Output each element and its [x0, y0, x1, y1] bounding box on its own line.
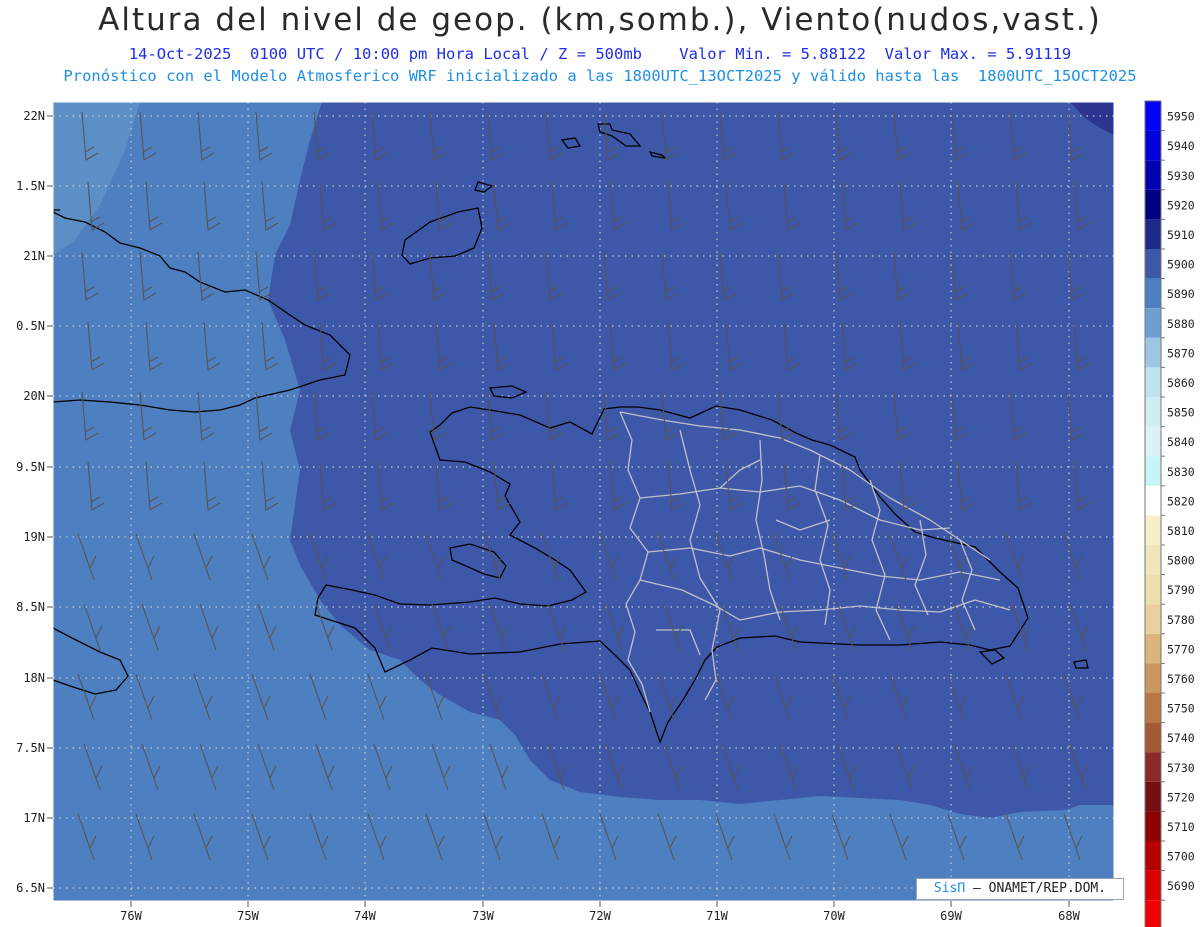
latitude-label: 1.5N — [16, 179, 45, 193]
latitude-label: 22N — [23, 109, 45, 123]
longitude-label: 74W — [354, 909, 376, 923]
colorbar-swatch — [1145, 870, 1161, 901]
longitude-label: 69W — [940, 909, 962, 923]
colorbar-level-label: 5740 — [1167, 731, 1195, 745]
colorbar-level-label: 5850 — [1167, 406, 1195, 420]
colorbar-swatch — [1145, 574, 1161, 605]
colorbar-level-label: 5840 — [1167, 435, 1195, 449]
colorbar-swatch — [1145, 515, 1161, 545]
latitude-label: 21N — [23, 249, 45, 263]
colorbar-level-label: 5880 — [1167, 317, 1195, 331]
colorbar-level-label: 5760 — [1167, 672, 1195, 686]
colorbar-level-label: 5860 — [1167, 376, 1195, 390]
colorbar-swatch — [1145, 545, 1161, 575]
colorbar-swatch — [1145, 456, 1161, 486]
latitude-axis: 22N 1.5N 21N 0.5N 20N 9.5N 19N 8.5N 18N 7.5N 17N 6.… — [16, 109, 53, 895]
colorbar-level-label: 5710 — [1167, 820, 1195, 834]
colorbar-swatch — [1145, 693, 1161, 723]
longitude-label: 70W — [823, 909, 845, 923]
colorbar-swatch — [1145, 249, 1161, 279]
colorbar-level-label: 5870 — [1167, 346, 1195, 360]
colorbar-level-label: 5810 — [1167, 524, 1195, 538]
colorbar-swatch — [1145, 219, 1161, 249]
colorbar-level-label: 5730 — [1167, 761, 1195, 775]
colorbar-swatch — [1145, 485, 1161, 516]
latitude-label: 20N — [23, 389, 45, 403]
longitude-label: 76W — [120, 909, 142, 923]
colorbar-level-label: 5820 — [1167, 494, 1195, 508]
colorbar-level-label: 5790 — [1167, 583, 1195, 597]
colorbar-level-label: 5780 — [1167, 613, 1195, 627]
colorbar-level-label: 5950 — [1167, 110, 1195, 124]
colorbar-swatch — [1145, 663, 1161, 693]
longitude-label: 75W — [237, 909, 259, 923]
colorbar-level-label: 5890 — [1167, 287, 1195, 301]
colorbar-swatch — [1145, 308, 1161, 338]
colorbar-swatch — [1145, 633, 1161, 664]
colorbar-level-label: 5940 — [1167, 139, 1195, 153]
colorbar-level-label: 5700 — [1167, 850, 1195, 864]
colorbar-level-label: 5930 — [1167, 169, 1195, 183]
map-plot-area — [53, 102, 1114, 901]
colorbar-swatch — [1145, 189, 1161, 220]
colorbar-swatch — [1145, 604, 1161, 634]
latitude-label: 18N — [23, 671, 45, 685]
longitude-label: 71W — [706, 909, 728, 923]
latitude-label: 6.5N — [16, 881, 45, 895]
colorbar-swatch — [1145, 811, 1161, 841]
latitude-label: 19N — [23, 530, 45, 544]
colorbar-swatch — [1145, 160, 1161, 190]
colorbar-swatch — [1145, 752, 1161, 782]
colorbar-swatch — [1145, 397, 1161, 427]
colorbar-level-label: 5690 — [1167, 879, 1195, 893]
colorbar-level-label: 5750 — [1167, 702, 1195, 716]
credit-box: SisΠ – ONAMET/REP.DOM. — [916, 878, 1124, 900]
colorbar-level-label: 5920 — [1167, 198, 1195, 212]
colorbar-level-label: 5900 — [1167, 258, 1195, 272]
colorbar-swatch — [1145, 101, 1161, 131]
colorbar-level-label: 5830 — [1167, 465, 1195, 479]
colorbar-swatch — [1145, 900, 1161, 927]
colorbar-level-label: 5800 — [1167, 554, 1195, 568]
longitude-label: 72W — [589, 909, 611, 923]
longitude-axis: 76W 75W 74W 73W 72W 71W 70W 69W 68W — [120, 901, 1081, 923]
latitude-label: 17N — [23, 811, 45, 825]
colorbar-swatch — [1145, 337, 1161, 368]
colorbar-legend: 5950 5940 5930 5920 5910 5900 5890 5880 5870 5860… — [1144, 100, 1195, 927]
colorbar-swatch — [1145, 722, 1161, 753]
colorbar-swatch — [1145, 278, 1161, 309]
latitude-label: 7.5N — [16, 741, 45, 755]
longitude-label: 68W — [1058, 909, 1080, 923]
colorbar-level-label: 5770 — [1167, 642, 1195, 656]
colorbar-level-label: 5720 — [1167, 790, 1195, 804]
colorbar-swatch — [1145, 841, 1161, 871]
colorbar-swatch — [1145, 426, 1161, 457]
latitude-label: 8.5N — [16, 600, 45, 614]
latitude-label: 9.5N — [16, 460, 45, 474]
forecast-map: 22N 1.5N 21N 0.5N 20N 9.5N 19N 8.5N 18N 7.5N 17N 6.… — [16, 100, 1195, 927]
colorbar-level-label: 5910 — [1167, 228, 1195, 242]
credit-text: – ONAMET/REP.DOM. — [965, 881, 1107, 896]
colorbar-swatch — [1145, 130, 1161, 161]
colorbar-swatch — [1145, 367, 1161, 397]
longitude-label: 73W — [472, 909, 494, 923]
colorbar-swatch — [1145, 781, 1161, 812]
sispi-logo-text: SisΠ — [933, 881, 966, 896]
latitude-label: 0.5N — [16, 319, 45, 333]
